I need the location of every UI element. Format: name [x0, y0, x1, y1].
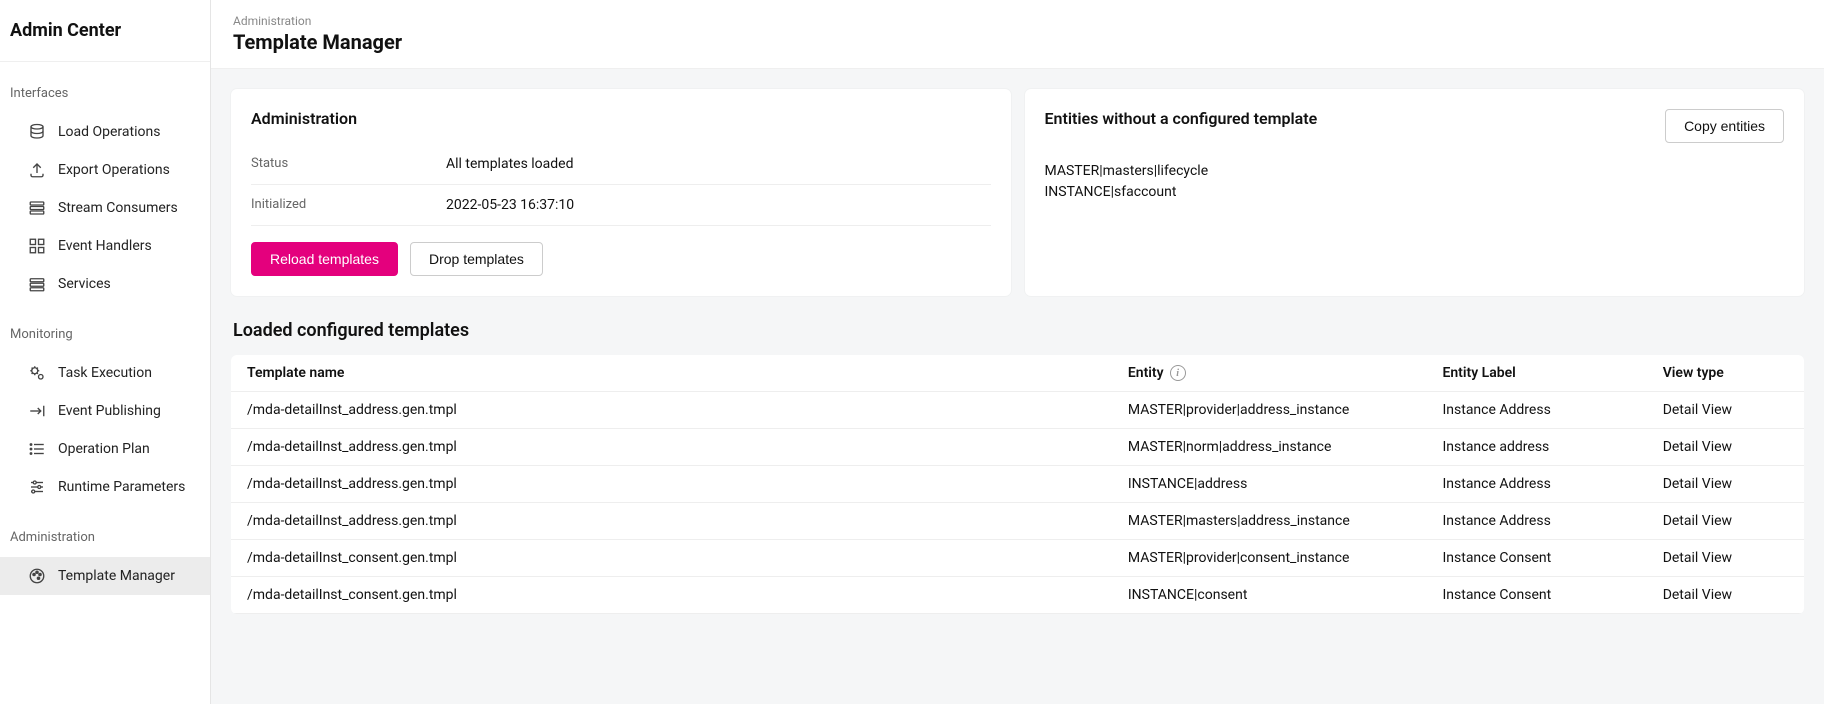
nav-item-label: Template Manager: [58, 568, 175, 584]
cell-entity: INSTANCE|address: [1112, 466, 1427, 503]
cell-entity: MASTER|masters|address_instance: [1112, 503, 1427, 540]
entities-card-title: Entities without a configured template: [1045, 109, 1318, 128]
breadcrumb: Administration: [233, 14, 1802, 28]
cell-view-type: Detail View: [1647, 540, 1804, 577]
nav-item-operation-plan[interactable]: Operation Plan: [0, 430, 210, 468]
cell-template-name: /mda-detailInst_address.gen.tmpl: [231, 466, 1112, 503]
plan-icon: [28, 440, 46, 458]
cell-entity-label: Instance Address: [1426, 392, 1646, 429]
cell-entity-label: Instance Address: [1426, 466, 1646, 503]
administration-card-title: Administration: [251, 109, 991, 128]
nav-item-label: Export Operations: [58, 162, 170, 178]
initialized-row: Initialized 2022-05-23 16:37:10: [251, 185, 991, 226]
cell-entity-label: Instance address: [1426, 429, 1646, 466]
gears-icon: [28, 364, 46, 382]
services-icon: [28, 275, 46, 293]
cell-template-name: /mda-detailInst_address.gen.tmpl: [231, 503, 1112, 540]
nav-item-label: Event Publishing: [58, 403, 161, 419]
main: Administration Template Manager Administ…: [211, 0, 1824, 704]
initialized-value: 2022-05-23 16:37:10: [446, 197, 991, 213]
entities-card: Entities without a configured template C…: [1025, 89, 1805, 296]
status-row: Status All templates loaded: [251, 144, 991, 185]
table-header-row: Template name Entity i Entity Label View…: [231, 355, 1804, 392]
cell-template-name: /mda-detailInst_consent.gen.tmpl: [231, 577, 1112, 614]
nav: Interfaces Load Operations Export Operat…: [0, 62, 210, 595]
status-value: All templates loaded: [446, 156, 991, 172]
status-label: Status: [251, 156, 446, 172]
drop-templates-button[interactable]: Drop templates: [410, 242, 543, 276]
admin-button-row: Reload templates Drop templates: [251, 242, 991, 276]
cell-entity: MASTER|provider|consent_instance: [1112, 540, 1427, 577]
page-header: Administration Template Manager: [211, 0, 1824, 69]
col-entity-label[interactable]: Entity Label: [1426, 355, 1646, 392]
table-row[interactable]: /mda-detailInst_consent.gen.tmpl INSTANC…: [231, 577, 1804, 614]
nav-item-event-handlers[interactable]: Event Handlers: [0, 227, 210, 265]
initialized-label: Initialized: [251, 197, 446, 213]
nav-item-services[interactable]: Services: [0, 265, 210, 303]
cell-view-type: Detail View: [1647, 577, 1804, 614]
col-view-type[interactable]: View type: [1647, 355, 1804, 392]
handlers-icon: [28, 237, 46, 255]
nav-item-load-operations[interactable]: Load Operations: [0, 113, 210, 151]
nav-item-label: Operation Plan: [58, 441, 150, 457]
copy-entities-button[interactable]: Copy entities: [1665, 109, 1784, 143]
nav-item-template-manager[interactable]: Template Manager: [0, 557, 210, 595]
table-row[interactable]: /mda-detailInst_consent.gen.tmpl MASTER|…: [231, 540, 1804, 577]
nav-item-stream-consumers[interactable]: Stream Consumers: [0, 189, 210, 227]
publish-icon: [28, 402, 46, 420]
upload-icon: [28, 161, 46, 179]
params-icon: [28, 478, 46, 496]
cell-template-name: /mda-detailInst_address.gen.tmpl: [231, 429, 1112, 466]
cell-entity-label: Instance Consent: [1426, 540, 1646, 577]
cell-view-type: Detail View: [1647, 429, 1804, 466]
nav-section-monitoring-label: Monitoring: [0, 321, 210, 354]
cell-view-type: Detail View: [1647, 392, 1804, 429]
cell-view-type: Detail View: [1647, 503, 1804, 540]
cell-entity-label: Instance Address: [1426, 503, 1646, 540]
app-title: Admin Center: [0, 0, 210, 62]
cell-template-name: /mda-detailInst_consent.gen.tmpl: [231, 540, 1112, 577]
templates-table-card: Template name Entity i Entity Label View…: [231, 355, 1804, 614]
loaded-templates-title: Loaded configured templates: [233, 320, 1804, 341]
nav-section-interfaces-label: Interfaces: [0, 80, 210, 113]
entity-without-template: INSTANCE|sfaccount: [1045, 182, 1785, 203]
template-icon: [28, 567, 46, 585]
nav-item-label: Stream Consumers: [58, 200, 178, 216]
cell-entity: MASTER|provider|address_instance: [1112, 392, 1427, 429]
sidebar: Admin Center Interfaces Load Operations …: [0, 0, 211, 704]
stream-icon: [28, 199, 46, 217]
info-icon[interactable]: i: [1170, 365, 1186, 381]
col-entity-label: Entity: [1128, 365, 1164, 381]
cell-template-name: /mda-detailInst_address.gen.tmpl: [231, 392, 1112, 429]
table-row[interactable]: /mda-detailInst_address.gen.tmpl MASTER|…: [231, 392, 1804, 429]
nav-item-label: Event Handlers: [58, 238, 152, 254]
reload-templates-button[interactable]: Reload templates: [251, 242, 398, 276]
db-icon: [28, 123, 46, 141]
entities-list: MASTER|masters|lifecycle INSTANCE|sfacco…: [1045, 161, 1785, 203]
top-row: Administration Status All templates load…: [231, 89, 1804, 296]
nav-section-administration-label: Administration: [0, 524, 210, 557]
nav-item-label: Runtime Parameters: [58, 479, 185, 495]
col-entity[interactable]: Entity i: [1112, 355, 1427, 392]
table-row[interactable]: /mda-detailInst_address.gen.tmpl MASTER|…: [231, 429, 1804, 466]
administration-card: Administration Status All templates load…: [231, 89, 1011, 296]
page-title: Template Manager: [233, 30, 1802, 54]
templates-table: Template name Entity i Entity Label View…: [231, 355, 1804, 614]
content: Administration Status All templates load…: [211, 69, 1824, 704]
nav-item-runtime-parameters[interactable]: Runtime Parameters: [0, 468, 210, 506]
cell-entity: INSTANCE|consent: [1112, 577, 1427, 614]
cell-entity: MASTER|norm|address_instance: [1112, 429, 1427, 466]
nav-item-export-operations[interactable]: Export Operations: [0, 151, 210, 189]
cell-entity-label: Instance Consent: [1426, 577, 1646, 614]
cell-view-type: Detail View: [1647, 466, 1804, 503]
col-template-name[interactable]: Template name: [231, 355, 1112, 392]
nav-item-task-execution[interactable]: Task Execution: [0, 354, 210, 392]
table-row[interactable]: /mda-detailInst_address.gen.tmpl INSTANC…: [231, 466, 1804, 503]
nav-item-label: Task Execution: [58, 365, 152, 381]
table-row[interactable]: /mda-detailInst_address.gen.tmpl MASTER|…: [231, 503, 1804, 540]
nav-item-label: Services: [58, 276, 111, 292]
nav-item-label: Load Operations: [58, 124, 160, 140]
entity-without-template: MASTER|masters|lifecycle: [1045, 161, 1785, 182]
nav-item-event-publishing[interactable]: Event Publishing: [0, 392, 210, 430]
